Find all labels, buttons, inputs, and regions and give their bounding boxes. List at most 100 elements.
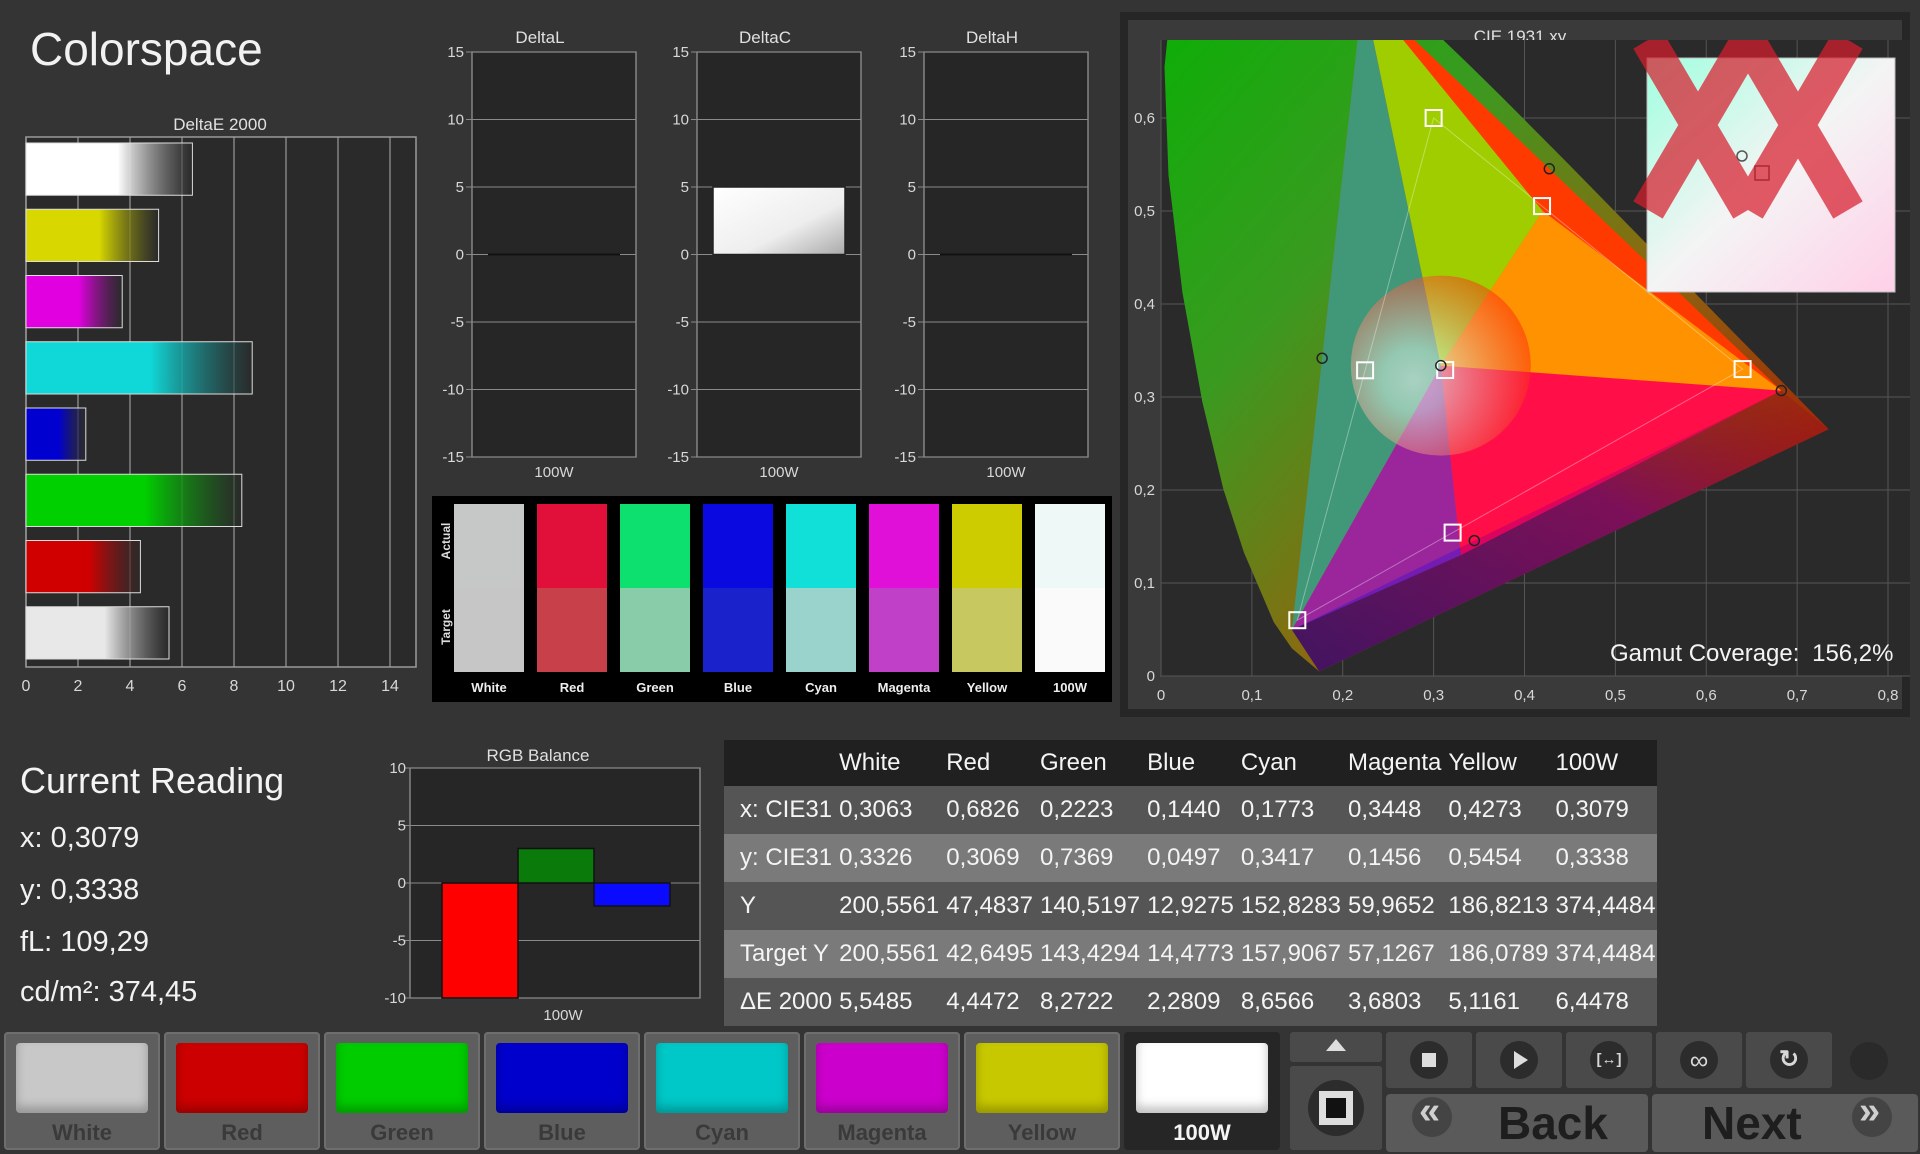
table-cell: 59,9652 xyxy=(1341,882,1443,930)
table-row: y: CIE31 0,3326 0,3069 0,7369 0,0497 0,3417 0,… xyxy=(724,834,1657,882)
deltae-xtick: 0 xyxy=(22,678,31,695)
color-button-100w[interactable]: 100W xyxy=(1124,1032,1280,1150)
swatch-label: Magenta xyxy=(877,680,931,695)
row-label: y: CIE31 xyxy=(724,834,834,882)
swatch-target xyxy=(869,588,939,672)
cie-xtick: 0 xyxy=(1157,687,1165,704)
cie-ytick: 0,2 xyxy=(1134,482,1155,499)
swatch-panel: Actual Target White Red Green Blue Cyan Magen… xyxy=(432,496,1112,702)
table-cell: 8,2722 xyxy=(1033,978,1142,1026)
table-cell: 200,5561 xyxy=(833,882,941,930)
circle-icon[interactable] xyxy=(1850,1042,1888,1080)
next-label: Next xyxy=(1702,1097,1802,1149)
deltae-bar-magenta xyxy=(25,275,123,329)
next-chevron: » xyxy=(1859,1090,1881,1132)
rgb-ytick: -10 xyxy=(384,990,406,1007)
delta-bar-deltac xyxy=(712,186,846,256)
table-cell: 374,4484 xyxy=(1549,882,1657,930)
color-button-green[interactable]: Green xyxy=(324,1032,480,1150)
record-button[interactable] xyxy=(1290,1066,1382,1150)
swatch-target xyxy=(454,588,524,672)
color-button-white[interactable]: White xyxy=(4,1032,160,1150)
color-button-label: Cyan xyxy=(695,1120,749,1145)
color-swatch xyxy=(176,1043,308,1113)
table-header-cell: Cyan xyxy=(1234,740,1342,786)
swatch-actual xyxy=(869,504,939,588)
table-header-cell: Magenta xyxy=(1341,740,1443,786)
table-cell: 0,3448 xyxy=(1341,786,1443,834)
play-icon xyxy=(1500,1041,1538,1079)
table-cell: 186,8213 xyxy=(1442,882,1550,930)
swatch-label: Yellow xyxy=(966,680,1008,695)
white-glow xyxy=(1350,275,1531,456)
triangle-up-icon xyxy=(1326,1039,1346,1051)
target-label: Target xyxy=(439,609,453,645)
row-label: x: CIE31 xyxy=(724,786,834,834)
swatch-blue: Blue xyxy=(703,504,773,700)
bracket-button[interactable]: [↔] xyxy=(1566,1032,1652,1088)
rgb-balance-chart: 10 5 0 -5 -10 100W xyxy=(384,760,701,1024)
rgb-xlabel: 100W xyxy=(543,1007,583,1024)
deltae-bar-blue xyxy=(25,407,87,461)
table-cell: 0,6826 xyxy=(940,786,1034,834)
swatch-actual xyxy=(454,504,524,588)
back-button[interactable]: « Back xyxy=(1386,1090,1648,1152)
back-chevron: « xyxy=(1419,1090,1441,1132)
row-label: Target Y xyxy=(724,930,834,978)
swatch-actual xyxy=(786,504,856,588)
delta-xlabel: 100W xyxy=(986,464,1026,480)
rgb-ytick: -5 xyxy=(393,933,406,950)
deltae-bar-white xyxy=(25,142,193,196)
deltae-bar-yellow xyxy=(25,208,160,262)
cie-chart: 0 0,1 0,2 0,3 0,4 0,5 0,6 0,7 0,8 0 0,1 0,2 0,3 0,4 0,… xyxy=(1134,40,1910,704)
table-cell: 57,1267 xyxy=(1341,930,1443,978)
up-button[interactable] xyxy=(1290,1032,1382,1062)
table-cell: 0,1456 xyxy=(1341,834,1443,882)
row-label: ΔE 2000 xyxy=(724,978,834,1026)
gamut-value: 156,2% xyxy=(1812,640,1894,667)
table-cell: 42,6495 xyxy=(940,930,1034,978)
deltae-chart: 0 2 4 6 8 10 12 14 xyxy=(22,136,417,695)
delta-ytick: 15 xyxy=(672,44,689,61)
cie-ytick: 0,1 xyxy=(1134,575,1155,592)
table-cell: 2,2809 xyxy=(1141,978,1235,1026)
rgb-ytick: 5 xyxy=(398,818,406,835)
color-button-red[interactable]: Red xyxy=(164,1032,320,1150)
deltae-xtick: 12 xyxy=(329,678,347,695)
reading-x: x: 0,3079 xyxy=(20,822,140,854)
table-cell: 0,1773 xyxy=(1234,786,1342,834)
swatch-label: Cyan xyxy=(805,680,837,695)
table-cell: 152,8283 xyxy=(1234,882,1342,930)
deltae-xtick: 2 xyxy=(74,678,83,695)
current-reading-heading: Current Reading xyxy=(20,760,285,801)
delta-ytick: -10 xyxy=(442,382,464,399)
delta-ytick: 10 xyxy=(672,112,689,129)
refresh-button[interactable]: ↻ xyxy=(1746,1032,1832,1088)
color-button-blue[interactable]: Blue xyxy=(484,1032,640,1150)
swatch-actual xyxy=(620,504,690,588)
infinity-icon: ∞ xyxy=(1680,1041,1718,1079)
delta-ytick: 5 xyxy=(908,179,916,196)
table-header-cell: Yellow xyxy=(1442,740,1550,786)
stop-button[interactable] xyxy=(1386,1032,1472,1088)
delta-ytick: 5 xyxy=(456,179,464,196)
deltae-bar-red xyxy=(25,540,141,594)
play-button[interactable] xyxy=(1476,1032,1562,1088)
color-button-cyan[interactable]: Cyan xyxy=(644,1032,800,1150)
color-button-label: Magenta xyxy=(837,1120,927,1145)
cie-xtick: 0,5 xyxy=(1605,687,1626,704)
swatch-white: White xyxy=(454,504,524,700)
loop-button[interactable]: ∞ xyxy=(1656,1032,1742,1088)
swatch-yellow: Yellow xyxy=(952,504,1022,700)
color-button-yellow[interactable]: Yellow xyxy=(964,1032,1120,1150)
color-button-magenta[interactable]: Magenta xyxy=(804,1032,960,1150)
swatch-target xyxy=(1035,588,1105,672)
table-cell: 0,7369 xyxy=(1033,834,1142,882)
next-button[interactable]: Next » xyxy=(1652,1090,1918,1152)
delta-ytick: 15 xyxy=(899,44,916,61)
color-button-label: Yellow xyxy=(1007,1120,1077,1145)
reading-fl: fL: 109,29 xyxy=(20,926,149,958)
delta-ytick: 0 xyxy=(681,247,689,264)
table-cell: 5,5485 xyxy=(833,978,941,1026)
rgb-ytick: 10 xyxy=(389,760,406,777)
